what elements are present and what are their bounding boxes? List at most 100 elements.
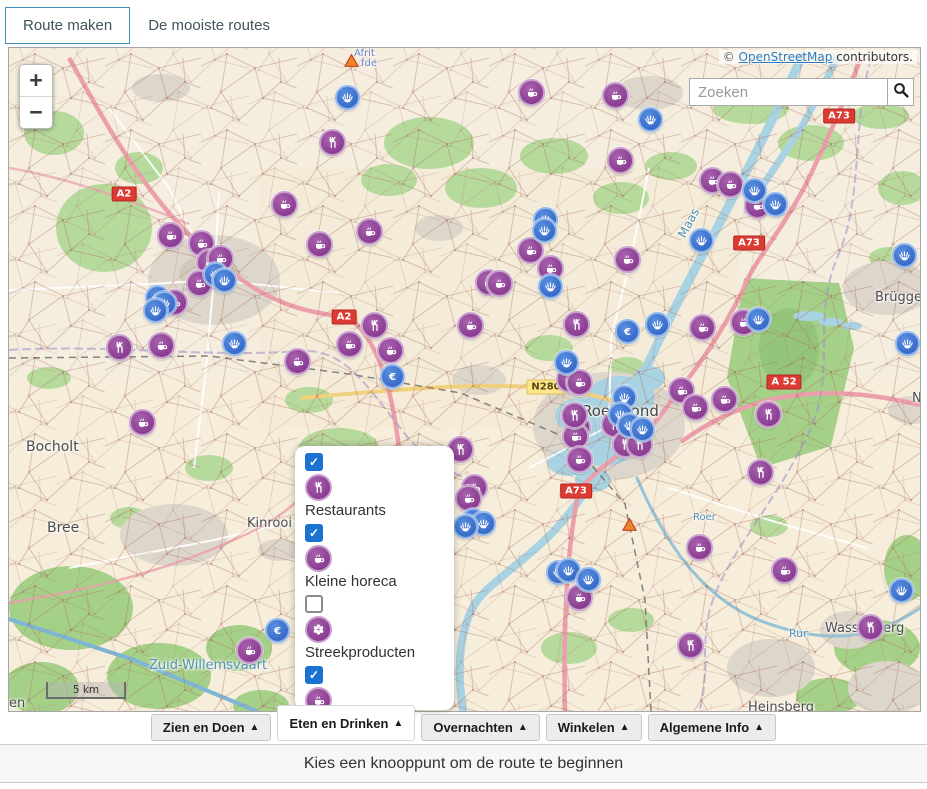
- restaurants-checkbox[interactable]: [305, 453, 323, 471]
- map-marker-poi[interactable]: [335, 85, 360, 110]
- map-marker-cafe[interactable]: [271, 191, 298, 218]
- map-marker-cafe[interactable]: [356, 218, 383, 245]
- map-marker-poi[interactable]: [645, 312, 670, 337]
- map-marker-poi[interactable]: [889, 578, 914, 603]
- svg-text:€: €: [273, 626, 281, 637]
- map-marker-poi[interactable]: [212, 268, 237, 293]
- map-marker-restaurant[interactable]: [857, 614, 884, 641]
- map-label: Bocholt: [26, 439, 79, 455]
- search-button[interactable]: [887, 78, 914, 106]
- map-marker-cafe[interactable]: [486, 270, 513, 297]
- map-marker-poi[interactable]: [576, 567, 601, 592]
- zoom-out-button[interactable]: −: [20, 96, 52, 128]
- cafe-icon: [305, 545, 332, 572]
- map-marker-poi[interactable]: [538, 274, 563, 299]
- map-marker-cafe[interactable]: [614, 246, 641, 273]
- map-marker-poi[interactable]: [895, 331, 920, 356]
- map-marker-cafe[interactable]: [518, 79, 545, 106]
- map-marker-cafe[interactable]: [129, 409, 156, 436]
- map-marker-cafe[interactable]: [157, 222, 184, 249]
- map-marker-poi[interactable]: [554, 350, 579, 375]
- map-marker-cafe[interactable]: [607, 147, 634, 174]
- streekproducten-checkbox[interactable]: [305, 595, 323, 613]
- map-marker-poi[interactable]: [532, 218, 557, 243]
- map-label: fde: [361, 58, 377, 69]
- map-marker-cafe[interactable]: [377, 337, 404, 364]
- page: Route maken De mooiste routes: [0, 0, 927, 789]
- openstreetmap-link[interactable]: OpenStreetMap: [739, 50, 833, 64]
- road-shield: A73: [733, 236, 765, 251]
- map-label: Bree: [47, 520, 79, 536]
- map-marker-restaurant[interactable]: [563, 311, 590, 338]
- map-marker-cafe[interactable]: [566, 446, 593, 473]
- chevron-up-icon: ▲: [620, 722, 630, 733]
- map-marker-poi[interactable]: [222, 331, 247, 356]
- map-marker-cafe[interactable]: [686, 534, 713, 561]
- map-canvas[interactable]: BocholtBreeKinrooiRoermondBrüggenWassenb…: [8, 47, 921, 712]
- terras-lounge-checkbox[interactable]: [305, 666, 323, 684]
- map-marker-cafe[interactable]: [682, 394, 709, 421]
- map-marker-restaurant[interactable]: [106, 334, 133, 361]
- category-eten-en-drinken[interactable]: Eten en Drinken▲: [277, 705, 415, 741]
- map-marker-poi[interactable]: [630, 417, 655, 442]
- map-marker-cafe[interactable]: [689, 314, 716, 341]
- map-marker-poi[interactable]: [453, 514, 478, 539]
- category-zien-en-doen[interactable]: Zien en Doen ▲: [151, 714, 272, 741]
- map-marker-euro[interactable]: €: [615, 319, 640, 344]
- svg-text:€: €: [388, 372, 396, 383]
- map-marker-cafe[interactable]: [336, 331, 363, 358]
- map-marker-restaurant[interactable]: [747, 459, 774, 486]
- map-marker-poi[interactable]: [892, 243, 917, 268]
- category-label: Zien en Doen: [163, 720, 245, 735]
- status-bar: Kies een knooppunt om de route te beginn…: [0, 744, 927, 783]
- road-shield: A 52: [766, 375, 801, 390]
- category-overnachten[interactable]: Overnachten▲: [421, 714, 539, 741]
- map-marker-warning: [620, 515, 638, 533]
- map-label: N: [912, 391, 921, 406]
- filter-label: Kleine horeca: [305, 573, 397, 590]
- map-label: en: [9, 696, 25, 711]
- search-input[interactable]: [689, 78, 887, 106]
- chevron-up-icon: ▲: [250, 722, 260, 733]
- map-marker-restaurant[interactable]: [361, 312, 388, 339]
- map-marker-euro[interactable]: €: [380, 364, 405, 389]
- status-message: Kies een knooppunt om de route te beginn…: [304, 755, 623, 773]
- filter-item-kleine-horeca: Kleine horeca: [305, 524, 454, 590]
- kleine-horeca-checkbox[interactable]: [305, 524, 323, 542]
- map-marker-cafe[interactable]: [236, 637, 263, 664]
- magnifier-icon: [893, 82, 909, 103]
- map-marker-poi[interactable]: [143, 298, 168, 323]
- chevron-up-icon: ▲: [754, 722, 764, 733]
- map-marker-cafe[interactable]: [771, 557, 798, 584]
- map-marker-restaurant[interactable]: [755, 401, 782, 428]
- map-marker-restaurant[interactable]: [561, 402, 588, 429]
- road-shield: A73: [823, 109, 855, 124]
- map-marker-poi[interactable]: [638, 107, 663, 132]
- map-marker-cafe[interactable]: [306, 231, 333, 258]
- map-marker-cafe[interactable]: [148, 332, 175, 359]
- map-marker-restaurant[interactable]: [677, 632, 704, 659]
- zoom-in-button[interactable]: +: [20, 65, 52, 96]
- map-marker-cafe[interactable]: [457, 312, 484, 339]
- map-marker-poi[interactable]: [746, 307, 771, 332]
- map-marker-euro[interactable]: €: [265, 618, 290, 643]
- map-search: [689, 78, 914, 106]
- map-marker-cafe[interactable]: [717, 171, 744, 198]
- road-shield: A2: [112, 187, 137, 202]
- map-marker-cafe[interactable]: [602, 82, 629, 109]
- map-marker-cafe[interactable]: [711, 386, 738, 413]
- map-marker-poi[interactable]: [763, 192, 788, 217]
- map-label: Kinrooi: [247, 516, 292, 531]
- map-marker-restaurant[interactable]: [319, 129, 346, 156]
- map-label: Heinsberg: [748, 700, 814, 712]
- category-winkelen[interactable]: Winkelen▲: [546, 714, 642, 741]
- scale-label: 5 km: [73, 684, 99, 696]
- category-algemene-info[interactable]: Algemene Info▲: [648, 714, 776, 741]
- map-marker-cafe[interactable]: [284, 348, 311, 375]
- map-marker-poi[interactable]: [689, 228, 714, 253]
- chevron-up-icon: ▲: [518, 722, 528, 733]
- filter-label: Streekproducten: [305, 644, 415, 661]
- category-label: Eten en Drinken: [289, 716, 388, 731]
- tab-de-mooiste-routes[interactable]: De mooiste routes: [130, 7, 288, 44]
- tab-route-maken[interactable]: Route maken: [5, 7, 130, 44]
